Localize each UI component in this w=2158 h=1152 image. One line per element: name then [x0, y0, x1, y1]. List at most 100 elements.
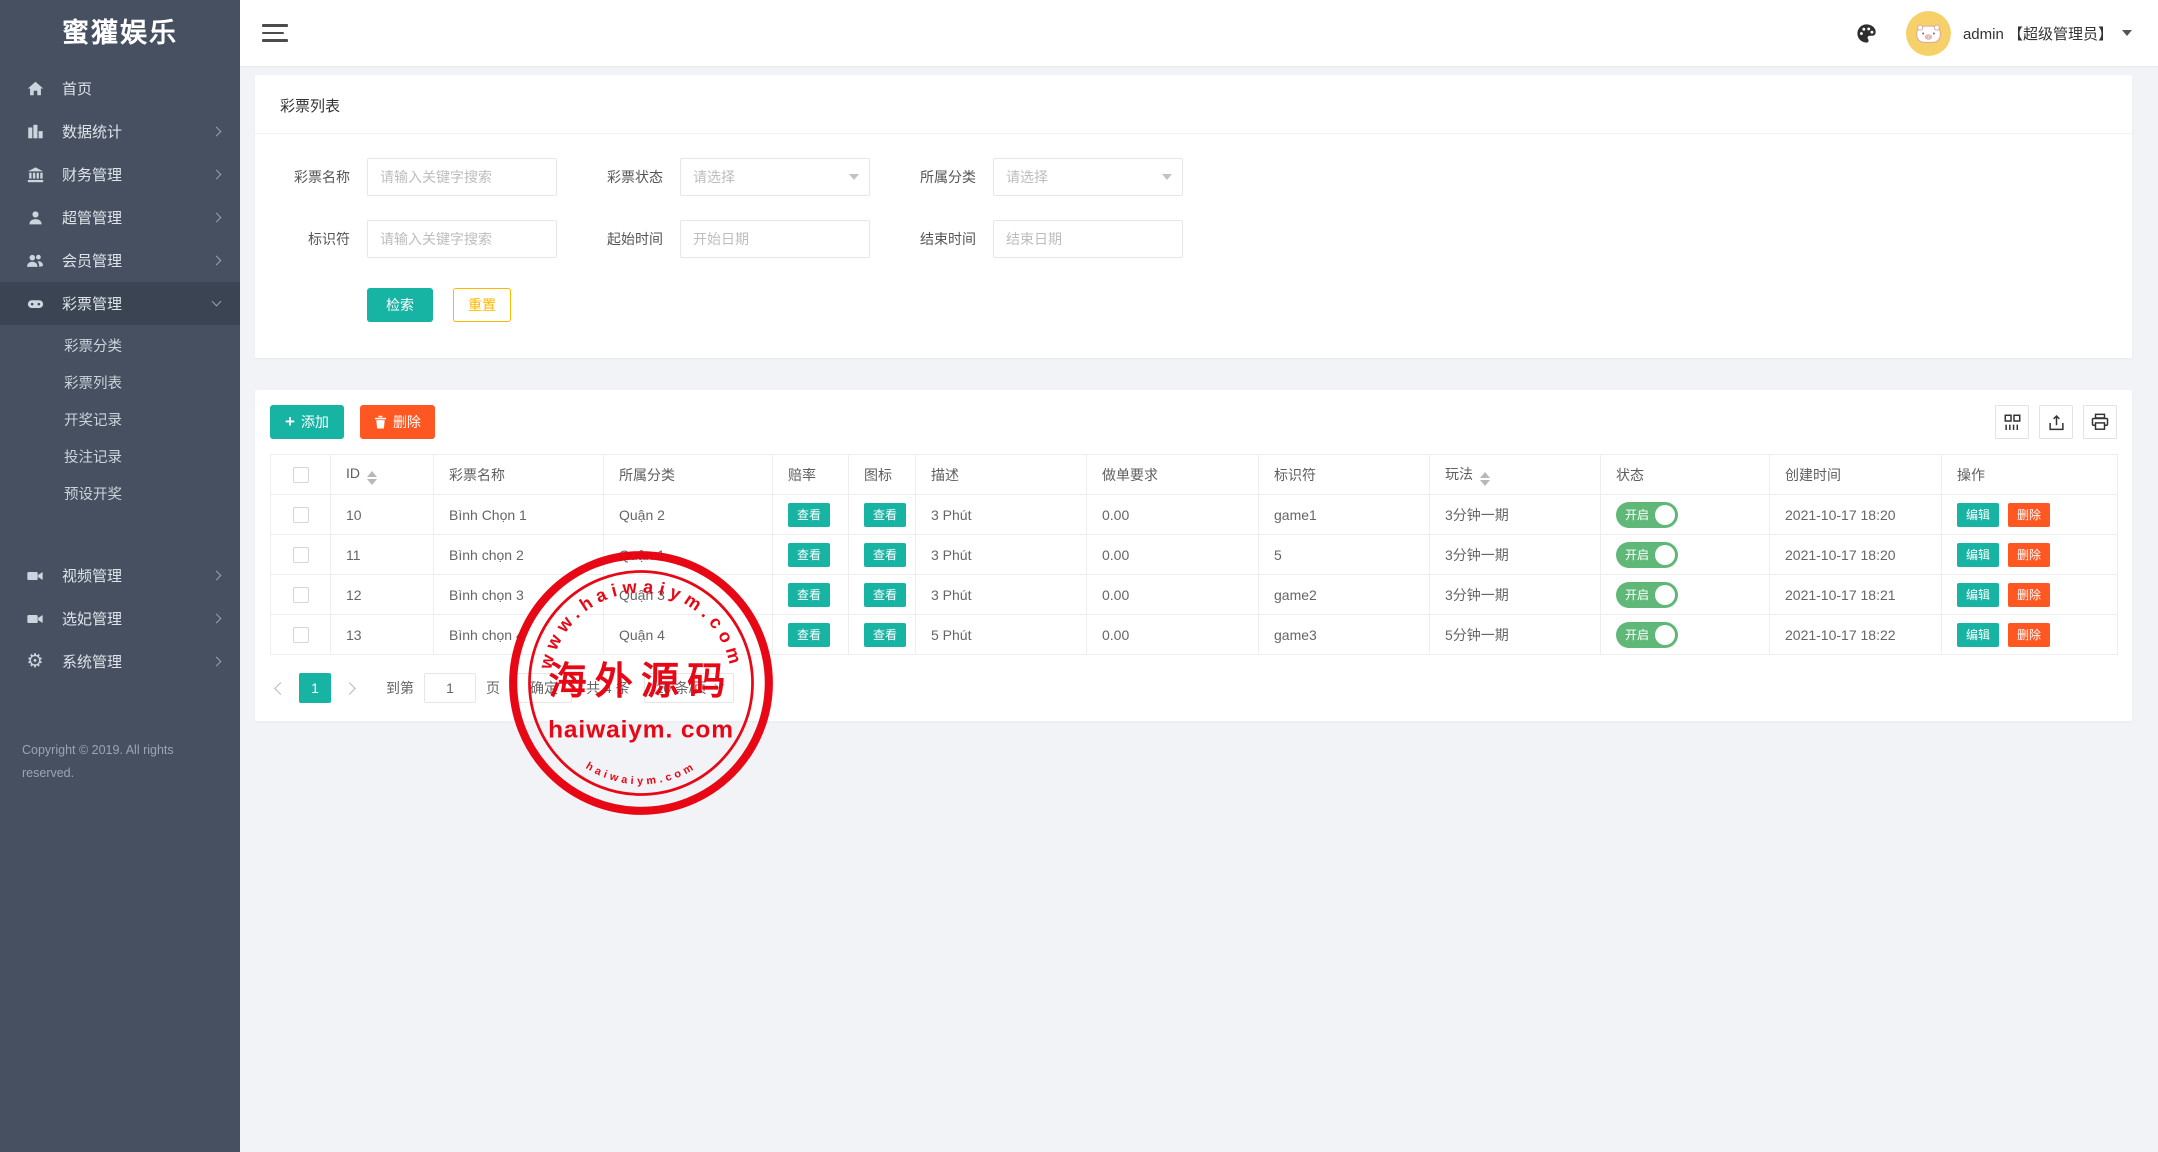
- column-icon: 图标: [848, 454, 916, 495]
- export-button[interactable]: [2039, 405, 2073, 439]
- sidebar-item-label: 首页: [62, 81, 93, 98]
- main-content: 彩票列表 彩票名称 彩票状态 所属分类: [240, 67, 2158, 1152]
- end-date-input[interactable]: [993, 220, 1183, 258]
- status-toggle[interactable]: 开启: [1616, 501, 1678, 528]
- delete-button[interactable]: 删除: [2008, 542, 2051, 567]
- cell-order-req: 0.00: [1086, 574, 1259, 615]
- cell-identifier: game3: [1258, 614, 1430, 655]
- lottery-name-input[interactable]: [367, 158, 557, 196]
- cell-created: 2021-10-17 18:20: [1769, 494, 1942, 535]
- copyright-text: Copyright © 2019. All rights reserved.: [22, 743, 174, 781]
- edit-button[interactable]: 编辑: [1957, 622, 2000, 647]
- sort-icon[interactable]: [367, 470, 377, 485]
- edit-button[interactable]: 编辑: [1957, 582, 2000, 607]
- reset-button[interactable]: 重置: [453, 288, 511, 322]
- sidebar-item-label: 选妃管理: [62, 611, 123, 628]
- total-count: 共 4 条: [586, 680, 630, 696]
- cell-created: 2021-10-17 18:21: [1769, 574, 1942, 615]
- cell-identifier: 5: [1258, 534, 1430, 575]
- table-row: 13 Bình chọn 4 Quận 4 查看 查看 5 Phút 0.00 …: [270, 614, 2118, 655]
- sort-icon[interactable]: [1480, 471, 1490, 486]
- batch-delete-button[interactable]: 删除: [359, 405, 435, 439]
- sidebar-subitem-lottery-list[interactable]: 彩票列表: [0, 366, 240, 403]
- sidebar-item-xuanfei[interactable]: 选妃管理: [0, 597, 240, 640]
- goto-page-input[interactable]: [424, 673, 476, 703]
- toggle-knob: [1655, 584, 1675, 605]
- lottery-status-select[interactable]: [680, 158, 870, 196]
- odds-view-button[interactable]: 查看: [788, 502, 831, 527]
- icon-view-button[interactable]: 查看: [864, 502, 907, 527]
- sidebar-item-home[interactable]: 首页: [0, 67, 240, 110]
- filter-columns-button[interactable]: [1995, 405, 2029, 439]
- identifier-input[interactable]: [367, 220, 557, 258]
- column-status: 状态: [1600, 454, 1770, 495]
- sidebar: 蜜獾娱乐 首页 数据统计 财务管理 超管管理 会员管理 彩票管理 彩票分类 彩票…: [0, 0, 240, 1152]
- sidebar-subitem-lottery-category[interactable]: 彩票分类: [0, 329, 240, 366]
- chevron-right-icon: [211, 613, 222, 624]
- select-all-checkbox[interactable]: [292, 467, 309, 484]
- cell-category: Quận 4: [603, 614, 773, 655]
- row-checkbox[interactable]: [292, 547, 309, 564]
- sidebar-item-finance[interactable]: 财务管理: [0, 153, 240, 196]
- row-checkbox[interactable]: [292, 587, 309, 604]
- print-button[interactable]: [2083, 405, 2117, 439]
- theme-palette-icon[interactable]: [1855, 22, 1878, 45]
- cell-name: Bình Chọn 1: [433, 494, 604, 535]
- sidebar-item-statistics[interactable]: 数据统计: [0, 110, 240, 153]
- next-page-button[interactable]: [343, 681, 356, 695]
- goto-confirm-button[interactable]: 确定: [516, 673, 572, 703]
- sidebar-item-system[interactable]: ⚙ 系统管理: [0, 640, 240, 683]
- cell-play: 3分钟一期: [1429, 494, 1601, 535]
- column-identifier: 标识符: [1258, 454, 1430, 495]
- row-checkbox[interactable]: [292, 507, 309, 524]
- lottery-table: ID 彩票名称 所属分类 赔率 图标 描述 做单要求 标识符 玩法 状态 创建时…: [270, 454, 2118, 655]
- sidebar-subitem-draw-records[interactable]: 开奖记录: [0, 403, 240, 440]
- category-select[interactable]: [993, 158, 1183, 196]
- page-size-select[interactable]: 10 条/页: [643, 673, 734, 703]
- status-toggle[interactable]: 开启: [1616, 541, 1678, 568]
- sidebar-item-lottery[interactable]: 彩票管理: [0, 282, 240, 325]
- delete-button[interactable]: 删除: [2008, 622, 2051, 647]
- cell-name: Bình chọn 4: [433, 614, 604, 655]
- filter-status-label: 彩票状态: [607, 169, 663, 185]
- search-card: 彩票列表 彩票名称 彩票状态 所属分类: [255, 75, 2132, 358]
- status-toggle[interactable]: 开启: [1616, 581, 1678, 608]
- user-avatar[interactable]: [1905, 10, 1951, 56]
- column-order-req: 做单要求: [1086, 454, 1259, 495]
- row-checkbox[interactable]: [292, 627, 309, 644]
- add-button[interactable]: 添加: [270, 405, 344, 439]
- sidebar-item-video[interactable]: 视频管理: [0, 554, 240, 597]
- filter-identifier-label: 标识符: [308, 231, 350, 247]
- user-menu[interactable]: admin 【超级管理员】: [1963, 23, 2132, 44]
- gear-icon: ⚙: [26, 651, 44, 672]
- chevron-right-icon: [211, 570, 222, 581]
- sidebar-subitem-bet-records[interactable]: 投注记录: [0, 440, 240, 477]
- current-page[interactable]: 1: [299, 673, 331, 703]
- odds-view-button[interactable]: 查看: [788, 582, 831, 607]
- icon-view-button[interactable]: 查看: [864, 622, 907, 647]
- username-text: admin 【超级管理员】: [1962, 25, 2113, 43]
- search-button[interactable]: 检索: [367, 288, 433, 322]
- start-date-input[interactable]: [680, 220, 870, 258]
- status-toggle[interactable]: 开启: [1616, 621, 1678, 648]
- prev-page-button[interactable]: [274, 681, 287, 695]
- icon-view-button[interactable]: 查看: [864, 542, 907, 567]
- odds-view-button[interactable]: 查看: [788, 622, 831, 647]
- edit-button[interactable]: 编辑: [1957, 542, 2000, 567]
- cell-id: 13: [330, 614, 434, 655]
- icon-view-button[interactable]: 查看: [864, 582, 907, 607]
- sidebar-subitem-preset-draw[interactable]: 预设开奖: [0, 477, 240, 514]
- edit-button[interactable]: 编辑: [1957, 502, 2000, 527]
- cell-play: 5分钟一期: [1429, 614, 1601, 655]
- odds-view-button[interactable]: 查看: [788, 542, 831, 567]
- delete-button[interactable]: 删除: [2008, 502, 2051, 527]
- sidebar-item-admins[interactable]: 超管管理: [0, 196, 240, 239]
- hamburger-menu-icon[interactable]: [262, 19, 288, 47]
- cell-identifier: game1: [1258, 494, 1430, 535]
- search-form: 彩票名称 彩票状态 所属分类: [255, 158, 2132, 322]
- table-card: 添加 删除: [255, 390, 2132, 721]
- sidebar-item-members[interactable]: 会员管理: [0, 239, 240, 282]
- sidebar-item-label: 数据统计: [62, 124, 123, 141]
- filter-end-label: 结束时间: [920, 231, 976, 247]
- delete-button[interactable]: 删除: [2008, 582, 2051, 607]
